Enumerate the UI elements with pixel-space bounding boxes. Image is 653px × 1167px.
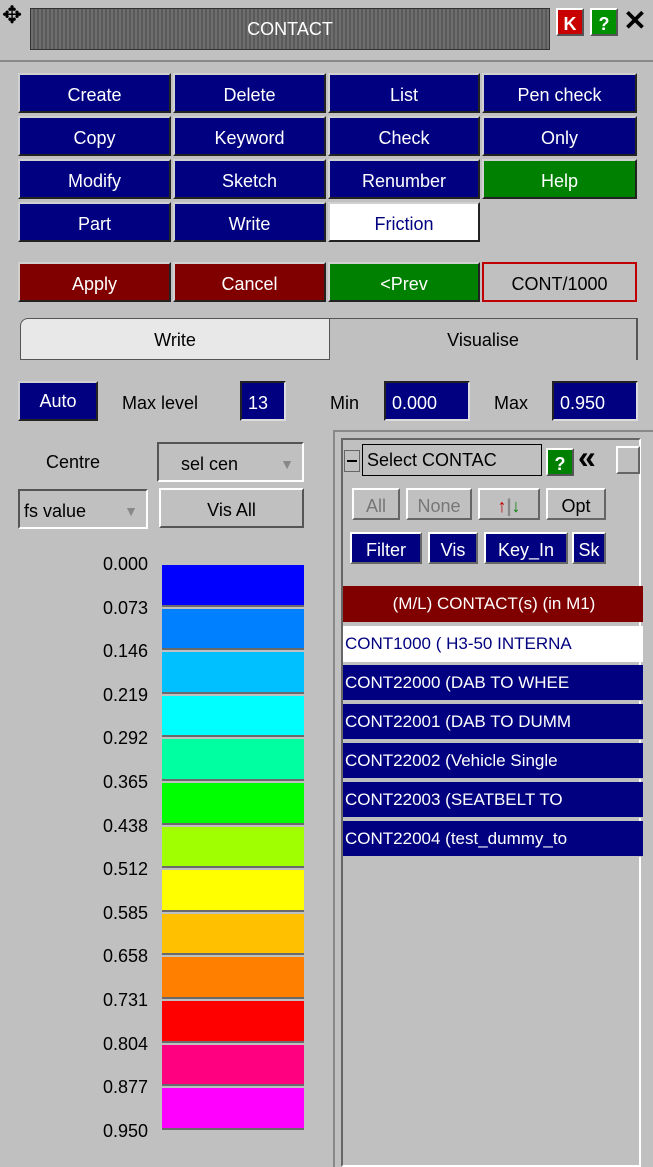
only-button[interactable]: Only	[482, 116, 637, 156]
list-item[interactable]: CONT22000 (DAB TO WHEE	[343, 665, 643, 701]
filter-button[interactable]: Filter	[350, 532, 422, 564]
scale-swatch[interactable]	[162, 565, 304, 607]
select-all-button[interactable]: All	[352, 488, 400, 520]
list-item[interactable]: CONT22001 (DAB TO DUMM	[343, 704, 643, 740]
scale-swatch[interactable]	[162, 608, 304, 651]
list-header: (M/L) CONTACT(s) (in M1)	[343, 586, 643, 622]
vis-all-button[interactable]: Vis All	[159, 488, 304, 528]
min-field[interactable]: 0.000	[384, 381, 470, 421]
apply-button[interactable]: Apply	[18, 262, 171, 302]
min-label: Min	[330, 393, 360, 413]
dropdown-arrow-icon: ▼	[124, 503, 138, 519]
cancel-button[interactable]: Cancel	[173, 262, 326, 302]
opt-button[interactable]: Opt	[546, 488, 606, 520]
scale-tick-label: 0.438	[102, 815, 148, 836]
keyword-button[interactable]: Keyword	[173, 116, 326, 156]
key-in-button[interactable]: Key_In	[484, 532, 568, 564]
friction-button[interactable]: Friction	[328, 202, 480, 242]
dropdown-arrow-icon: ▼	[280, 456, 294, 472]
list-button[interactable]: List	[328, 73, 480, 113]
sketch-button[interactable]: Sk	[572, 532, 606, 564]
value-select-value: fs value	[24, 501, 87, 521]
select-none-button[interactable]: None	[406, 488, 472, 520]
value-select[interactable]: fs value ▼	[18, 489, 148, 529]
scale-swatch[interactable]	[162, 957, 304, 999]
scale-tick-label: 0.000	[102, 554, 148, 574]
prev-button[interactable]: <Prev	[328, 262, 480, 302]
scale-tick-label: 0.658	[102, 946, 148, 967]
scale-tick-label: 0.292	[102, 728, 148, 749]
help-icon-button[interactable]: ?	[590, 8, 618, 36]
k-button[interactable]: K	[556, 8, 584, 36]
max-level-field[interactable]: 13	[240, 381, 286, 421]
expand-icon[interactable]	[616, 446, 640, 474]
max-field[interactable]: 0.950	[552, 381, 638, 421]
scale-tick-label: 0.146	[102, 641, 148, 662]
scale-tick-label: 0.950	[102, 1120, 148, 1141]
select-panel-title[interactable]: Select CONTAC	[362, 444, 542, 476]
scale-tick-label: 0.877	[102, 1077, 148, 1098]
write-button[interactable]: Write	[173, 202, 326, 242]
current-contact-button[interactable]: CONT/1000	[482, 262, 637, 302]
scale-swatch[interactable]	[162, 739, 304, 781]
scale-swatch[interactable]	[162, 913, 304, 956]
select-help-icon[interactable]: ?	[546, 448, 574, 476]
list-item[interactable]: CONT22003 (SEATBELT TO	[343, 782, 643, 818]
scale-swatch[interactable]	[162, 1044, 304, 1087]
centre-select-value: sel cen	[181, 454, 239, 474]
max-level-label: Max level	[122, 393, 199, 413]
scale-swatch[interactable]	[162, 826, 304, 869]
scale-swatch[interactable]	[162, 870, 304, 912]
modify-button[interactable]: Modify	[18, 159, 171, 199]
scale-swatch[interactable]	[162, 783, 304, 825]
vis-button[interactable]: Vis	[428, 532, 478, 564]
title-divider	[0, 60, 653, 62]
scale-swatch[interactable]	[162, 695, 304, 738]
scale-tick-label: 0.804	[102, 1033, 148, 1054]
delete-button[interactable]: Delete	[173, 73, 326, 113]
auto-button[interactable]: Auto	[18, 381, 98, 421]
pen-check-button[interactable]: Pen check	[482, 73, 637, 113]
scale-tick-label: 0.219	[102, 684, 148, 705]
swap-arrows-icon[interactable]: ↑|↓	[478, 488, 540, 520]
scale-swatch[interactable]	[162, 1088, 304, 1130]
check-button[interactable]: Check	[328, 116, 480, 156]
scale-tick-label: 0.585	[102, 902, 148, 923]
minimize-icon[interactable]	[344, 450, 360, 472]
renumber-button[interactable]: Renumber	[328, 159, 480, 199]
window-title: CONTACT	[247, 19, 333, 39]
part-button[interactable]: Part	[18, 202, 171, 242]
scale-swatch[interactable]	[162, 1001, 304, 1043]
max-label: Max	[494, 393, 529, 413]
list-item[interactable]: CONT22002 (Vehicle Single	[343, 743, 643, 779]
scale-tick-label: 0.512	[102, 859, 148, 880]
scale-tick-label: 0.365	[102, 772, 148, 792]
scale-tick-label: 0.731	[102, 990, 148, 1010]
close-icon[interactable]: ✕	[620, 7, 650, 36]
create-button[interactable]: Create	[18, 73, 171, 113]
centre-select[interactable]: sel cen ▼	[157, 442, 304, 482]
tab-write[interactable]: Write	[20, 318, 330, 360]
help-button[interactable]: Help	[482, 159, 637, 199]
sketch-button[interactable]: Sketch	[173, 159, 326, 199]
scale-swatch[interactable]	[162, 652, 304, 694]
tab-visualise[interactable]: Visualise	[330, 318, 638, 360]
list-item[interactable]: CONT1000 ( H3-50 INTERNA	[343, 626, 643, 662]
scale-tick-label: 0.073	[102, 597, 148, 618]
copy-button[interactable]: Copy	[18, 116, 171, 156]
list-item[interactable]: CONT22004 (test_dummy_to	[343, 821, 643, 857]
centre-label: Centre	[46, 452, 101, 472]
move-handle-icon[interactable]: ✥	[2, 4, 28, 30]
back-arrows-icon[interactable]: «	[578, 441, 614, 474]
